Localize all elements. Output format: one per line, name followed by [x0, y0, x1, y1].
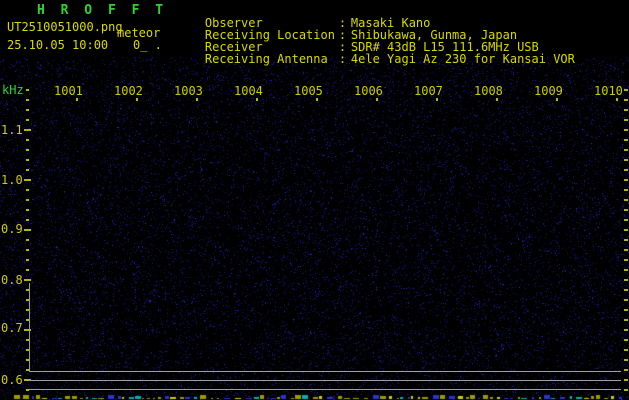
info-value: 4ele Yagi Az 230 for Kansai VOR [350, 52, 575, 66]
y-axis-tick-right [624, 299, 628, 301]
y-axis-tick-right [624, 259, 628, 261]
y-axis-tick-right [624, 89, 628, 91]
filename-label: UT2510051000.png [7, 20, 123, 34]
y-axis-tick-right [624, 379, 628, 381]
y-axis-tick-right [624, 239, 628, 241]
y-axis-tick-left [26, 119, 29, 121]
x-axis-label: 1006 [354, 84, 383, 98]
x-axis-tick [376, 98, 378, 101]
x-axis-label: 1002 [114, 84, 143, 98]
y-axis-tick-right [624, 199, 628, 201]
y-axis-tick-left [26, 259, 29, 261]
y-axis-tick-left [26, 209, 29, 211]
x-axis-label: 1005 [294, 84, 323, 98]
y-axis-tick-left [26, 109, 29, 111]
plot-left-border [29, 283, 30, 372]
y-axis-tick-right [624, 109, 628, 111]
y-axis-tick-right [624, 219, 628, 221]
info-row-antenna: Receiving Antenna:4ele Yagi Az 230 for K… [176, 40, 575, 66]
y-axis-tick-left [26, 199, 29, 201]
y-axis-tick-right [624, 229, 628, 231]
x-axis-tick [616, 98, 618, 101]
y-axis-label: 1.1 [1, 123, 23, 137]
x-axis-tick [496, 98, 498, 101]
y-axis-tick-left [26, 139, 29, 141]
x-axis-tick [136, 98, 138, 101]
x-axis-label: 1010 [594, 84, 623, 98]
y-axis-tick-left [26, 219, 29, 221]
y-axis-label: 0.6 [1, 373, 23, 387]
y-axis-label: 1.0 [1, 173, 23, 187]
y-axis-tick-right [624, 179, 628, 181]
signal-graph-bottom-line [29, 389, 621, 390]
y-axis-tick-left [26, 149, 29, 151]
y-axis-label: 0.8 [1, 273, 23, 287]
y-axis-tick-right [624, 209, 628, 211]
y-axis-tick-right [624, 169, 628, 171]
y-axis-label: 0.9 [1, 222, 23, 236]
app-title: H R O F F T [37, 3, 168, 18]
y-axis-unit: kHz [2, 83, 24, 97]
y-axis-tick-right [624, 389, 628, 391]
y-axis-tick-right [624, 119, 628, 121]
x-axis-label: 1009 [534, 84, 563, 98]
x-axis-label: 1007 [414, 84, 443, 98]
y-axis-tick-left [24, 229, 31, 231]
x-axis-tick [316, 98, 318, 101]
y-axis-tick-right [624, 279, 628, 281]
y-axis-tick-left [26, 269, 29, 271]
y-axis-tick-left [24, 129, 31, 131]
x-axis-tick [256, 98, 258, 101]
x-axis-label: 1003 [174, 84, 203, 98]
y-axis-tick-left [26, 159, 29, 161]
hrofft-screen: H R O F F T UT2510051000.png meteor 25.1… [0, 0, 629, 400]
y-axis-tick-left [26, 239, 29, 241]
x-axis-label: 1008 [474, 84, 503, 98]
y-axis-tick-right [624, 159, 628, 161]
y-axis-tick-right [624, 99, 628, 101]
y-axis-tick-right [624, 309, 628, 311]
y-axis-label: 0.7 [1, 321, 23, 335]
y-axis-tick-right [624, 269, 628, 271]
signal-graph-baseline [29, 380, 621, 381]
y-axis-tick-right [624, 319, 628, 321]
y-axis-tick-left [26, 189, 29, 191]
x-axis-label: 1001 [54, 84, 83, 98]
y-axis-tick-right [624, 249, 628, 251]
info-colon: : [338, 52, 347, 66]
y-axis-tick-right [624, 349, 628, 351]
datetime-label: 25.10.05 10:00 [7, 38, 109, 52]
y-axis-tick-right [624, 359, 628, 361]
info-label: Receiving Antenna [204, 52, 328, 66]
y-axis-tick-left [26, 169, 29, 171]
y-axis-tick-right [624, 339, 628, 341]
x-axis-tick [196, 98, 198, 101]
counter-label: 0_ . [133, 38, 162, 52]
y-axis-tick-right [624, 289, 628, 291]
y-axis-tick-left [24, 179, 31, 181]
y-axis-tick-right [624, 329, 628, 331]
x-axis-tick [76, 98, 78, 101]
signal-graph-top-line [29, 371, 621, 372]
x-axis-label: 1004 [234, 84, 263, 98]
y-axis-tick-right [624, 369, 628, 371]
y-axis-tick-left [26, 249, 29, 251]
y-axis-tick-left [26, 89, 29, 91]
y-axis-tick-right [624, 149, 628, 151]
y-axis-tick-right [624, 139, 628, 141]
y-axis-tick-right [624, 129, 628, 131]
y-axis-tick-left [24, 279, 31, 281]
x-axis-tick [436, 98, 438, 101]
x-axis-tick [556, 98, 558, 101]
y-axis-tick-left [26, 99, 29, 101]
y-axis-tick-right [624, 189, 628, 191]
